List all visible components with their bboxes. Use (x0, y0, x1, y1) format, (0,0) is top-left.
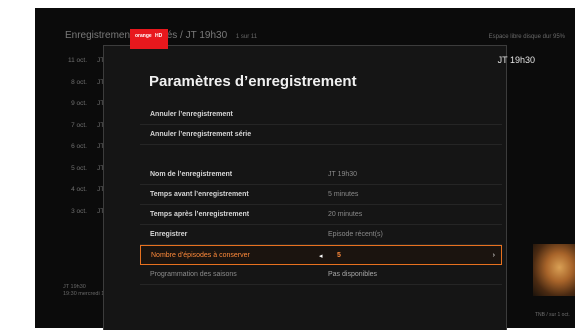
panel-title: Paramètres d’enregistrement (149, 73, 357, 90)
cancel-recording-button[interactable]: Annuler l’enregistrement (140, 105, 502, 125)
setting-time-before[interactable]: Temps avant l’enregistrement 5 minutes (140, 185, 502, 205)
arrow-left-icon[interactable]: ◂ (319, 252, 323, 260)
free-space-label: Espace libre disque dur 95% (488, 34, 565, 40)
thumbnail-caption: TNB / sur 1 oct. (535, 312, 570, 318)
setting-record[interactable]: Enregistrer Episode récent(s) (140, 225, 502, 245)
channel-logo: orange HD (130, 29, 168, 49)
setting-time-after[interactable]: Temps après l’enregistrement 20 minutes (140, 205, 502, 225)
setting-season-programming[interactable]: Programmation des saisons Pas disponible… (140, 265, 502, 285)
settings-list: Annuler l’enregistrement Annuler l’enreg… (140, 105, 502, 285)
setting-episodes-to-keep[interactable]: Nombre d’épisodes à conserver ◂ 5 › (140, 245, 502, 265)
program-thumbnail (533, 244, 575, 296)
background-count: 1 sur 11 (235, 34, 258, 40)
program-name: JT 19h30 (497, 55, 535, 65)
setting-recording-name[interactable]: Nom de l’enregistrement JT 19h30 (140, 165, 502, 185)
cancel-series-recording-button[interactable]: Annuler l’enregistrement série (140, 125, 502, 145)
arrow-right-icon[interactable]: › (493, 252, 495, 259)
